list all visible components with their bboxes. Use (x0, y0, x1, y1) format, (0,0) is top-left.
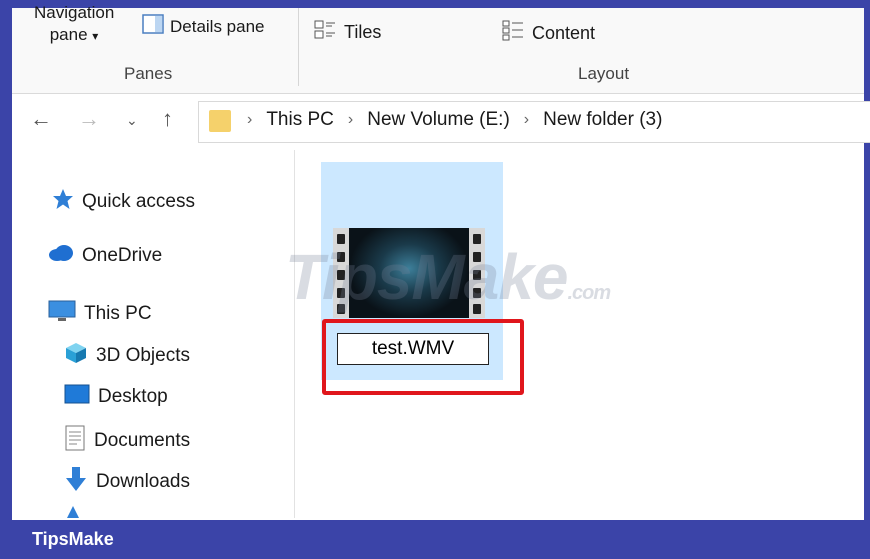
watermark: TipsMake.com (285, 240, 612, 314)
recent-locations-chevron-icon[interactable]: ⌄ (126, 112, 138, 129)
sidebar-item-desktop[interactable]: Desktop (64, 383, 168, 411)
sidebar-item-documents[interactable]: Documents (64, 425, 190, 457)
details-pane-button[interactable]: Details pane (142, 14, 265, 39)
breadcrumb-new-folder[interactable]: New folder (3) (543, 109, 662, 131)
address-bar[interactable]: › This PC › New Volume (E:) › New folder… (198, 101, 870, 143)
sidebar-item-label: 3D Objects (96, 345, 190, 366)
watermark-text: TipsMake (285, 241, 568, 313)
cloud-icon (48, 244, 74, 268)
breadcrumb: › This PC › New Volume (E:) › New folder… (247, 109, 662, 131)
breadcrumb-separator-icon: › (347, 111, 354, 128)
navigation-pane: Quick access OneDrive This PC 3D Objects… (12, 150, 295, 518)
layout-group-label: Layout (578, 64, 630, 83)
ribbon-divider (298, 8, 299, 86)
highlight-annotation (322, 319, 524, 395)
panes-group-label: Panes (124, 64, 173, 83)
forward-arrow-icon[interactable]: → (78, 106, 100, 132)
sidebar-item-3d-objects[interactable]: 3D Objects (64, 341, 190, 371)
navigation-pane-label: Navigation pane (34, 3, 115, 44)
tiles-view-button[interactable]: Tiles (314, 20, 381, 45)
music-icon (66, 506, 80, 518)
navigation-bar: ← → ⌄ ↑ › This PC › New Volume (E:) › Ne… (12, 94, 870, 146)
back-arrow-icon[interactable]: ← (30, 106, 52, 132)
navigation-pane-button[interactable]: Navigation pane ▾ (34, 2, 114, 47)
monitor-icon (48, 299, 76, 329)
breadcrumb-this-pc[interactable]: This PC (266, 109, 334, 131)
footer-bar: TipsMake (0, 520, 870, 559)
ribbon: Navigation pane ▾ Details pane Panes Til… (12, 3, 864, 94)
sidebar-item-label: OneDrive (82, 245, 163, 266)
breadcrumb-separator-icon: › (523, 111, 530, 128)
sidebar-item-this-pc[interactable]: This PC (48, 299, 152, 329)
tiles-label: Tiles (344, 22, 382, 42)
tiles-icon (314, 20, 336, 45)
frame-right-border (864, 0, 870, 520)
sidebar-item-onedrive[interactable]: OneDrive (48, 244, 162, 268)
content-view-button[interactable]: Content (502, 20, 595, 47)
details-pane-label: Details pane (170, 16, 265, 36)
sidebar-item-label: This PC (84, 303, 152, 324)
chevron-down-icon: ▾ (92, 29, 99, 43)
frame-left-border (0, 0, 12, 520)
sidebar-item-label: Desktop (98, 386, 168, 407)
sidebar-item-downloads[interactable]: Downloads (64, 466, 190, 498)
sidebar-item-label: Quick access (82, 191, 195, 212)
footer-brand: TipsMake (32, 529, 114, 549)
details-pane-icon (142, 14, 164, 39)
content-label: Content (532, 23, 596, 43)
sidebar-item-label: Downloads (96, 471, 190, 492)
content-icon (502, 20, 524, 47)
sidebar-item-quick-access[interactable]: Quick access (52, 188, 195, 216)
star-icon (52, 188, 74, 216)
folder-icon (209, 110, 231, 132)
sidebar-item-label: Documents (94, 430, 191, 451)
breadcrumb-separator-icon: › (247, 111, 253, 128)
frame-top-border (0, 0, 870, 8)
download-icon (64, 466, 88, 498)
document-icon (64, 425, 86, 457)
cube-icon (64, 341, 88, 371)
up-arrow-icon[interactable]: ↑ (162, 106, 173, 132)
watermark-suffix: .com (567, 282, 612, 304)
file-list: TipsMake.com test.WMV (285, 150, 864, 518)
breadcrumb-new-volume[interactable]: New Volume (E:) (367, 109, 510, 131)
desktop-icon (64, 383, 90, 411)
